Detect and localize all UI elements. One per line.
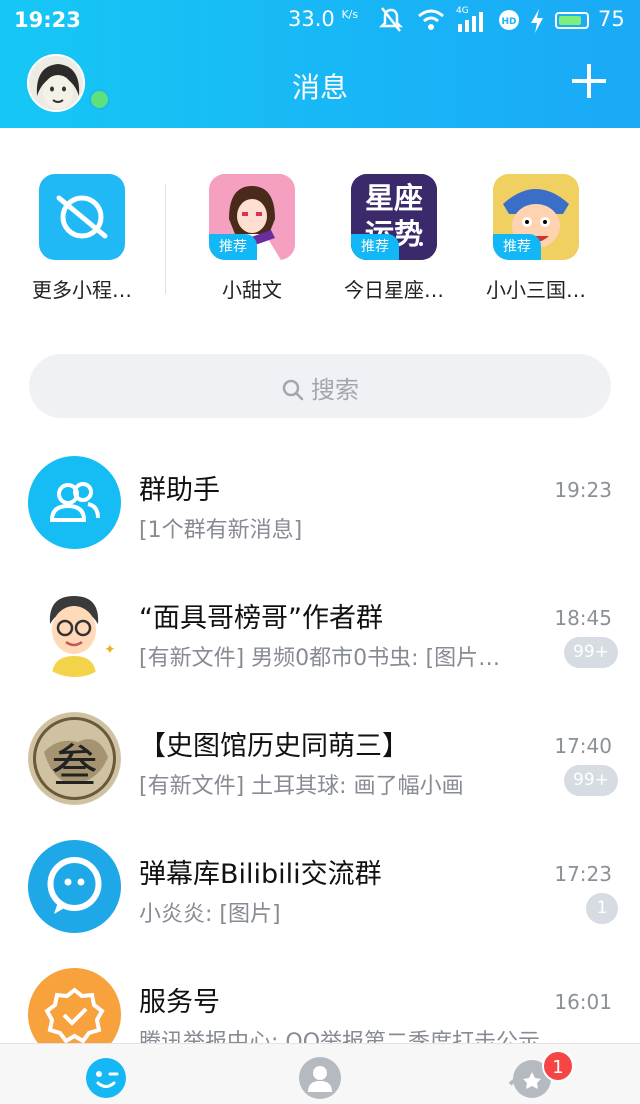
unread-count-badge: 1 <box>586 893 618 924</box>
search-placeholder: 搜索 <box>311 376 359 404</box>
chat-item-service[interactable]: 服务号 腾讯举报中心: QQ举报第二季度打击公示 16:01 <box>0 952 640 1043</box>
mini-program-three-kingdoms[interactable]: 推荐 小小三国… <box>476 174 596 303</box>
history-hall-avatar: 叁 <box>28 712 121 805</box>
contacts-tab-icon[interactable] <box>296 1052 344 1100</box>
chat-time: 16:01 <box>554 990 612 1014</box>
chat-name: 【史图馆历史同萌三】 <box>139 731 409 762</box>
group-assistant-avatar <box>28 456 121 549</box>
chat-time: 17:40 <box>554 734 612 758</box>
chat-time: 18:45 <box>554 606 612 630</box>
hd-icon: HD <box>499 10 519 30</box>
chat-preview: 小炎炎: [图片] <box>139 902 281 927</box>
search-icon <box>282 379 304 401</box>
recommend-badge: 推荐 <box>209 234 257 260</box>
chat-name: 服务号 <box>139 987 220 1018</box>
add-button[interactable] <box>570 62 608 100</box>
recommend-badge: 推荐 <box>493 234 541 260</box>
chat-item-history-hall[interactable]: 叁 【史图馆历史同萌三】 [有新文件] 土耳其球: 画了幅小画 17:40 99… <box>0 696 640 824</box>
status-bar: 19:23 33.0 K/s 4G HD 75 <box>0 0 640 42</box>
wifi-icon <box>418 9 444 30</box>
status-time: 19:23 <box>14 8 81 32</box>
mini-program-label: 小小三国… <box>486 278 586 302</box>
chat-preview: [有新文件] 土耳其球: 画了幅小画 <box>139 774 464 799</box>
chat-item-group-assistant[interactable]: 群助手 [1个群有新消息] 19:23 <box>0 440 640 568</box>
chat-item-danmaku-group[interactable]: 弹幕库Bilibili交流群 小炎炎: [图片] 17:23 1 <box>0 824 640 952</box>
mask-group-avatar: ✦ <box>28 584 121 677</box>
recommend-badge: 推荐 <box>351 234 399 260</box>
battery-icon <box>555 12 589 29</box>
danmaku-group-avatar <box>28 840 121 933</box>
search-bar[interactable]: 搜索 <box>29 354 611 418</box>
mute-icon <box>378 7 404 32</box>
svg-text:✦: ✦ <box>104 642 116 658</box>
mini-program-label: 小甜文 <box>222 278 282 302</box>
planet-icon <box>39 174 125 260</box>
messages-tab-icon[interactable] <box>82 1052 130 1100</box>
service-avatar <box>28 968 121 1043</box>
network-speed: 33.0 K/s <box>288 7 359 31</box>
unread-count-badge: 99+ <box>564 637 618 668</box>
anime-girl-icon: 推荐 <box>209 174 295 260</box>
chat-preview: 腾讯举报中心: QQ举报第二季度打击公示 <box>139 1030 541 1043</box>
horoscope-icon: 星座运势 推荐 <box>351 174 437 260</box>
mini-program-divider <box>165 184 166 294</box>
history-hall-avatar-text: 叁 <box>51 739 98 793</box>
signal-icon <box>458 12 483 32</box>
mini-program-more[interactable]: 更多小程… <box>22 174 142 303</box>
chat-name: “面具哥榜哥”作者群 <box>139 603 383 634</box>
chat-preview: [1个群有新消息] <box>139 518 303 543</box>
chat-time: 19:23 <box>554 478 612 502</box>
svg-text:HD: HD <box>501 17 516 27</box>
page-title: 消息 <box>291 71 348 104</box>
chat-preview: [有新文件] 男频0都市0书虫: [图片… <box>139 646 501 671</box>
verified-badge-icon <box>44 987 105 1043</box>
chat-bubble-icon <box>47 857 102 914</box>
battery-level: 75 <box>598 7 625 31</box>
app-header: 19:23 33.0 K/s 4G HD 75 消息 <box>0 0 640 128</box>
three-kingdoms-icon: 推荐 <box>493 174 579 260</box>
notification-badge: 1 <box>542 1050 574 1082</box>
group-people-icon <box>49 482 100 522</box>
mini-program-label: 今日星座… <box>344 278 444 302</box>
chat-name: 群助手 <box>139 475 220 506</box>
charging-icon <box>531 9 543 33</box>
chat-time: 17:23 <box>554 862 612 886</box>
mini-program-horoscope[interactable]: 星座运势 推荐 今日星座… <box>334 174 454 303</box>
mini-program-label: 更多小程… <box>32 278 132 302</box>
unread-count-badge: 99+ <box>564 765 618 796</box>
mini-program-sweet-text[interactable]: 推荐 小甜文 <box>192 174 312 303</box>
chat-name: 弹幕库Bilibili交流群 <box>139 859 382 890</box>
chat-item-mask-group[interactable]: ✦ “面具哥榜哥”作者群 [有新文件] 男频0都市0书虫: [图片… 18:45… <box>0 568 640 696</box>
